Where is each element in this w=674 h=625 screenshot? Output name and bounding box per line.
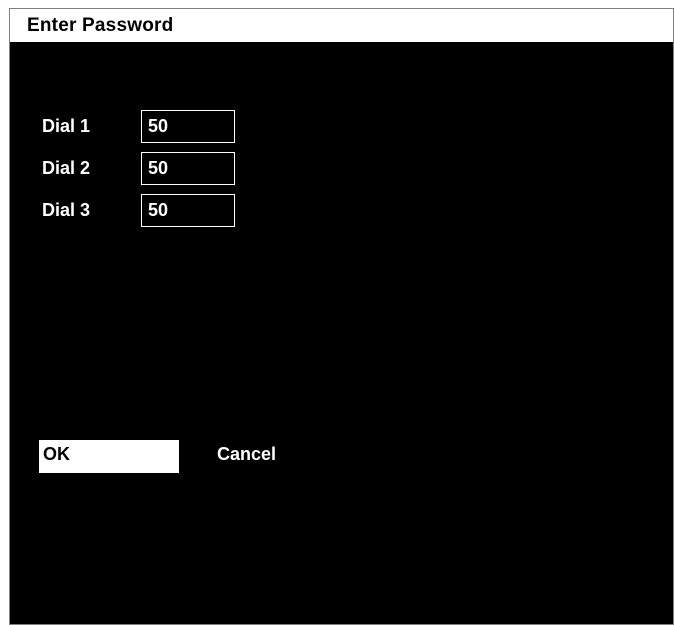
dial-3-input[interactable] xyxy=(141,194,235,227)
ok-button[interactable]: OK xyxy=(39,440,179,473)
dial-row-2: Dial 2 xyxy=(34,152,254,185)
cancel-button[interactable]: Cancel xyxy=(209,440,309,473)
dial-2-label: Dial 2 xyxy=(42,158,91,178)
password-dialog: Enter Password Dial 1 Dial 2 Dial 3 OK C… xyxy=(9,8,674,625)
dial-row-3: Dial 3 xyxy=(34,194,254,227)
dialog-title: Enter Password xyxy=(10,9,673,42)
dialog-content: Dial 1 Dial 2 Dial 3 OK Cancel xyxy=(10,42,673,624)
dial-3-label: Dial 3 xyxy=(42,200,91,220)
dial-1-input[interactable] xyxy=(141,110,235,143)
dial-row-1: Dial 1 xyxy=(34,110,254,143)
dial-2-input[interactable] xyxy=(141,152,235,185)
dial-1-label: Dial 1 xyxy=(42,116,91,136)
